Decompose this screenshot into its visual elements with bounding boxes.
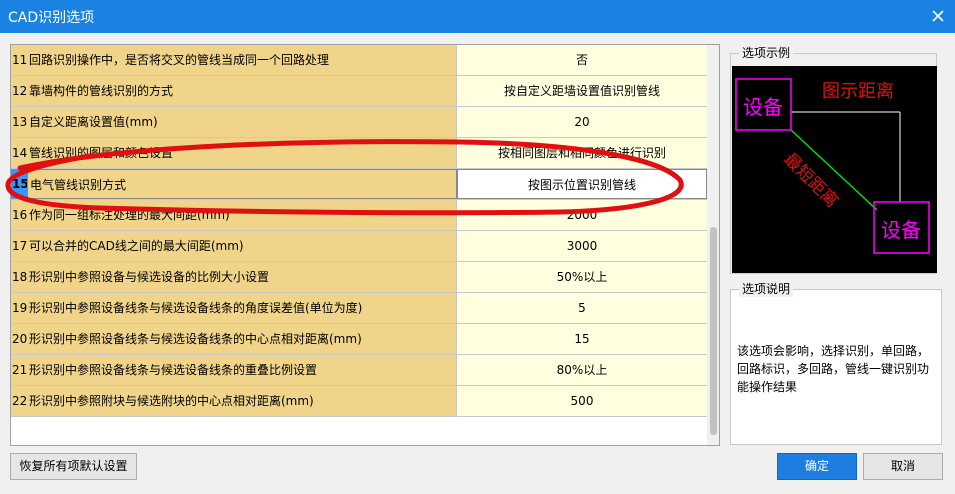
row-value[interactable]: 按自定义距墙设置值识别管线 — [457, 76, 707, 106]
title-bar: CAD识别选项 — [0, 0, 955, 33]
row-label: 电气管线识别方式 — [27, 169, 457, 199]
row-label: 回路识别操作中，是否将交叉的管线当成同一个回路处理 — [27, 45, 457, 75]
grid-row[interactable]: 14 管线识别的图层和颜色设置 按相同图层和相同颜色进行识别 — [11, 138, 707, 169]
device-label-b: 设备 — [881, 218, 921, 242]
options-grid: 11 回路识别操作中，是否将交叉的管线当成同一个回路处理 否 12 靠墙构件的管… — [10, 44, 720, 446]
row-label: 靠墙构件的管线识别的方式 — [27, 76, 457, 106]
option-description-group: 选项说明 该选项会影响，选择识别，单回路，回路标识，多回路，管线一键识别功能操作… — [730, 281, 942, 445]
option-example-title: 选项示例 — [739, 45, 794, 61]
option-description-title: 选项说明 — [739, 281, 794, 297]
row-label: 管线识别的图层和颜色设置 — [27, 138, 457, 168]
row-value[interactable]: 15 — [457, 324, 707, 354]
vertical-scrollbar[interactable] — [707, 45, 719, 445]
row-number: 22 — [11, 386, 27, 416]
grid-row[interactable]: 12 靠墙构件的管线识别的方式 按自定义距墙设置值识别管线 — [11, 76, 707, 107]
grid-row[interactable]: 19 形识别中参照设备线条与候选设备线条的角度误差值(单位为度) 5 — [11, 293, 707, 324]
grid-row-selected[interactable]: 15 电气管线识别方式 按图示位置识别管线 — [11, 169, 707, 200]
row-number: 11 — [11, 45, 27, 75]
scrollbar-thumb[interactable] — [710, 227, 717, 435]
row-number: 16 — [11, 200, 27, 230]
row-label: 可以合并的CAD线之间的最大间距(mm) — [27, 231, 457, 261]
cancel-button[interactable]: 取消 — [863, 453, 943, 480]
option-example-group: 选项示例 设备 设备 图示距离 最短距离 — [730, 45, 937, 274]
row-label: 作为同一组标注处理的最大间距(mm) — [27, 200, 457, 230]
grid-row[interactable]: 11 回路识别操作中，是否将交叉的管线当成同一个回路处理 否 — [11, 45, 707, 76]
row-value[interactable]: 80%以上 — [457, 355, 707, 385]
window-title: CAD识别选项 — [8, 10, 95, 26]
row-label: 形识别中参照设备线条与候选设备线条的重叠比例设置 — [27, 355, 457, 385]
option-example-diagram: 设备 设备 图示距离 最短距离 — [732, 66, 937, 273]
grid-row[interactable]: 13 自定义距离设置值(mm) 20 — [11, 107, 707, 138]
restore-defaults-button[interactable]: 恢复所有项默认设置 — [10, 453, 137, 480]
grid-row[interactable]: 18 形识别中参照设备与候选设备的比例大小设置 50%以上 — [11, 262, 707, 293]
close-icon[interactable] — [927, 5, 949, 27]
diagram-distance-label: 图示距离 — [822, 81, 894, 102]
row-value[interactable]: 否 — [457, 45, 707, 75]
row-value[interactable]: 5 — [457, 293, 707, 323]
row-value[interactable]: 3000 — [457, 231, 707, 261]
row-label: 形识别中参照设备与候选设备的比例大小设置 — [27, 262, 457, 292]
row-label: 形识别中参照设备线条与候选设备线条的角度误差值(单位为度) — [27, 293, 457, 323]
grid-row[interactable]: 16 作为同一组标注处理的最大间距(mm) 2000 — [11, 200, 707, 231]
option-description-text: 该选项会影响，选择识别，单回路，回路标识，多回路，管线一键识别功能操作结果 — [737, 344, 930, 394]
row-value[interactable]: 按相同图层和相同颜色进行识别 — [457, 138, 707, 168]
row-label: 形识别中参照设备线条与候选设备线条的中心点相对距离(mm) — [27, 324, 457, 354]
row-value[interactable]: 2000 — [457, 200, 707, 230]
row-value[interactable]: 按图示位置识别管线 — [457, 169, 707, 199]
row-number: 21 — [11, 355, 27, 385]
grid-row[interactable]: 22 形识别中参照附块与候选附块的中心点相对距离(mm) 500 — [11, 386, 707, 417]
row-label: 形识别中参照附块与候选附块的中心点相对距离(mm) — [27, 386, 457, 416]
row-number: 19 — [11, 293, 27, 323]
row-number: 20 — [11, 324, 27, 354]
row-value[interactable]: 50%以上 — [457, 262, 707, 292]
row-label: 自定义距离设置值(mm) — [27, 107, 457, 137]
row-number: 13 — [11, 107, 27, 137]
grid-row[interactable]: 17 可以合并的CAD线之间的最大间距(mm) 3000 — [11, 231, 707, 262]
grid-row[interactable]: 20 形识别中参照设备线条与候选设备线条的中心点相对距离(mm) 15 — [11, 324, 707, 355]
device-label-a: 设备 — [743, 95, 783, 119]
row-number: 14 — [11, 138, 27, 168]
row-value[interactable]: 500 — [457, 386, 707, 416]
row-number: 12 — [11, 76, 27, 106]
ok-button[interactable]: 确定 — [777, 453, 857, 480]
row-number: 17 — [11, 231, 27, 261]
grid-row[interactable]: 21 形识别中参照设备线条与候选设备线条的重叠比例设置 80%以上 — [11, 355, 707, 386]
row-value[interactable]: 20 — [457, 107, 707, 137]
row-number: 18 — [11, 262, 27, 292]
row-number: 15 — [11, 169, 29, 199]
